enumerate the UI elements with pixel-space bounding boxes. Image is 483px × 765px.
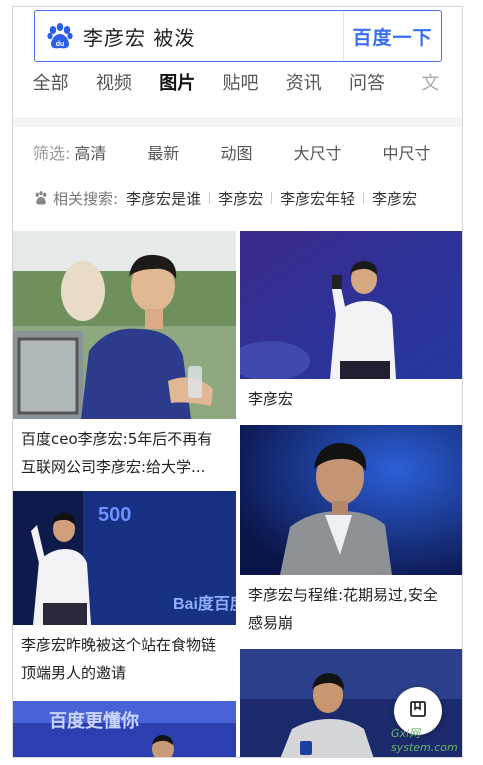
tab-tieba[interactable]: 贴吧 (209, 67, 272, 117)
filter-animated[interactable]: 动图 (220, 140, 252, 164)
result-caption: 互联网公司李彦宏:给大学... (21, 458, 206, 476)
filter-newest[interactable]: 最新 (147, 140, 179, 164)
result-card[interactable]: 500 Bai度百度 李彦宏昨晚被这个站在食物链 顶端男人的邀请 (13, 491, 236, 699)
result-caption: 李彦宏 (248, 390, 294, 408)
result-card[interactable]: 百度更懂你 (13, 701, 236, 757)
result-card[interactable]: 百度ceo李彦宏:5年后不再有 互联网公司李彦宏:给大学... (13, 231, 236, 489)
filter-medium[interactable]: 中尺寸 (382, 140, 430, 164)
filter-row: 筛选: 高清 最新 动图 大尺寸 中尺寸 (13, 135, 462, 169)
bookmark-icon (408, 699, 428, 723)
result-card[interactable]: 李彦宏 (240, 231, 462, 421)
related-item[interactable]: 李彦宏 (364, 188, 425, 209)
svg-text:Bai度百度: Bai度百度 (173, 594, 236, 613)
paw-icon (33, 190, 49, 206)
result-image[interactable] (240, 231, 462, 379)
tab-qa[interactable]: 问答 (335, 67, 398, 117)
category-tabs: 全部 视频 图片 贴吧 资讯 问答 文 (13, 67, 462, 123)
related-searches: 相关搜索: 李彦宏是谁 李彦宏 李彦宏年轻 李彦宏 (13, 183, 462, 213)
filter-label: 筛选: (33, 144, 71, 163)
filter-large[interactable]: 大尺寸 (293, 140, 341, 164)
related-label: 相关搜索: (53, 189, 119, 208)
filter-hd[interactable]: 高清 (74, 140, 106, 164)
watermark: Gxi网 system.com (391, 727, 458, 754)
search-input[interactable]: 李彦宏 被泼 (83, 22, 343, 51)
svg-text:百度更懂你: 百度更懂你 (49, 710, 139, 731)
result-card[interactable]: 李彦宏与程维:花期易过,安全 感易崩 (240, 425, 462, 645)
related-item[interactable]: 李彦宏年轻 (272, 188, 363, 209)
section-divider (13, 117, 462, 127)
svg-text:500: 500 (98, 504, 131, 526)
app-frame: du 李彦宏 被泼 百度一下 全部 视频 图片 贴吧 资讯 问答 文 筛选: 高… (12, 6, 463, 758)
result-caption: 李彦宏与程维:花期易过,安全 (248, 586, 438, 604)
result-caption: 李彦宏昨晚被这个站在食物链 (21, 636, 217, 654)
result-caption: 感易崩 (248, 614, 294, 632)
result-image[interactable]: 500 Bai度百度 (13, 491, 236, 625)
result-caption: 顶端男人的邀请 (21, 664, 127, 682)
related-item[interactable]: 李彦宏 (210, 188, 271, 209)
svg-text:du: du (56, 41, 65, 48)
result-image[interactable] (240, 425, 462, 575)
tab-all[interactable]: 全部 (19, 67, 82, 117)
result-caption: 百度ceo李彦宏:5年后不再有 (21, 430, 213, 448)
related-item[interactable]: 李彦宏是谁 (118, 188, 209, 209)
result-image[interactable] (13, 231, 236, 419)
result-image[interactable]: 百度更懂你 (13, 701, 236, 757)
tab-more[interactable]: 文 (399, 67, 462, 117)
search-button[interactable]: 百度一下 (343, 11, 441, 61)
tab-news[interactable]: 资讯 (272, 67, 335, 117)
search-bar[interactable]: du 李彦宏 被泼 百度一下 (34, 10, 442, 62)
tab-images[interactable]: 图片 (146, 67, 209, 123)
tab-video[interactable]: 视频 (82, 67, 145, 117)
baidu-paw-icon: du (45, 21, 75, 51)
